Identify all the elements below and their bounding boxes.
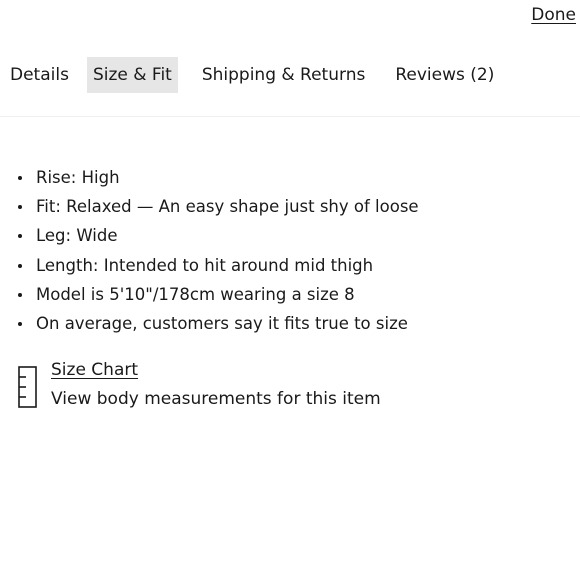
list-item: Rise: High <box>0 163 419 192</box>
list-item: Length: Intended to hit around mid thigh <box>0 251 419 280</box>
done-button[interactable]: Done <box>531 5 576 25</box>
tab-details[interactable]: Details <box>4 57 75 93</box>
tab-bar: Details Size & Fit Shipping & Returns Re… <box>0 57 500 93</box>
tab-size-and-fit[interactable]: Size & Fit <box>86 57 178 93</box>
size-chart-link[interactable]: Size Chart <box>51 356 381 385</box>
size-chart-text: Size Chart View body measurements for th… <box>51 356 381 414</box>
list-item: Fit: Relaxed — An easy shape just shy of… <box>0 192 419 221</box>
size-chart-section: Size Chart View body measurements for th… <box>16 356 381 414</box>
size-chart-description: View body measurements for this item <box>51 389 381 409</box>
tab-reviews[interactable]: Reviews (2) <box>389 57 500 93</box>
fit-details-list: Rise: High Fit: Relaxed — An easy shape … <box>0 163 419 338</box>
list-item: On average, customers say it fits true t… <box>0 309 419 338</box>
ruler-icon <box>18 366 37 408</box>
tab-divider <box>0 116 580 117</box>
tab-shipping-and-returns[interactable]: Shipping & Returns <box>196 57 372 93</box>
list-item: Model is 5'10"/178cm wearing a size 8 <box>0 280 419 309</box>
list-item: Leg: Wide <box>0 221 419 250</box>
